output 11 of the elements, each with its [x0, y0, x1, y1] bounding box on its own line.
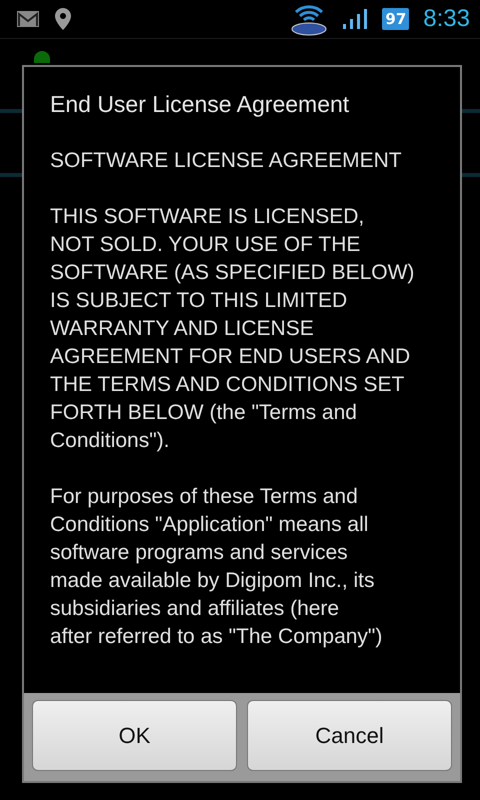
- location-pin-icon: [54, 7, 72, 31]
- dialog-title: End User License Agreement: [49, 90, 350, 119]
- license-paragraph: SOFTWARE LICENSE AGREEMENT: [50, 148, 403, 174]
- license-paragraph: For purposes of these Terms and Conditions "Application" means all software programs and services made available by Digipom Inc., its subsidiaries and affiliates (here after referred to as "The Company"): [50, 484, 384, 650]
- ok-button[interactable]: OK: [32, 700, 237, 771]
- license-paragraph: THIS SOFTWARE IS LICENSED, NOT SOLD. YOUR USE OF THE SOFTWARE (AS SPECIFIED BELOW) IS SUBJECT TO THIS LIMITED WARRANTY AND LICENSE AGREEMENT FOR END USERS AND THE TERMS AND CONDITIONS SET FORTH BELOW (the "Terms and Conditions").: [50, 204, 416, 454]
- battery-level: 97: [382, 8, 410, 30]
- cancel-button[interactable]: Cancel: [247, 700, 452, 771]
- mail-icon: [16, 10, 40, 28]
- signal-icon: [342, 8, 368, 30]
- clock: 8:33: [423, 5, 470, 33]
